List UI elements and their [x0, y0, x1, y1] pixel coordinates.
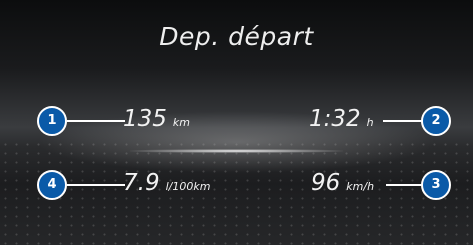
callout-3-badge: 3 [421, 170, 451, 200]
average-speed-unit: km/h [346, 180, 375, 193]
trip-computer-display: Dep. départ 1 135 km 1:32 h 2 4 7.9 l/100km… [0, 0, 473, 245]
callout-3-leader-line [386, 184, 423, 186]
callout-4-leader-line [67, 184, 125, 186]
callout-2-badge: 2 [421, 106, 451, 136]
average-speed-readout: 96 km/h [311, 170, 374, 196]
driving-time-unit: h [366, 116, 374, 129]
driving-time-readout: 1:32 h [309, 106, 374, 132]
callout-2-leader-line [383, 120, 423, 122]
page-title: Dep. départ [159, 22, 314, 51]
background-floor [0, 140, 473, 245]
average-speed-value: 96 [311, 170, 341, 196]
fuel-consumption-value: 7.9 [123, 170, 160, 196]
callout-4-badge: 4 [37, 170, 67, 200]
distance-value: 135 [123, 106, 167, 132]
fuel-consumption-readout: 7.9 l/100km [123, 170, 210, 196]
distance-readout: 135 km [123, 106, 190, 132]
callout-1-badge: 1 [37, 106, 67, 136]
horizon-glow [130, 149, 343, 153]
driving-time-value: 1:32 [309, 106, 361, 132]
callout-1-leader-line [67, 120, 125, 122]
distance-unit: km [172, 116, 190, 129]
fuel-consumption-unit: l/100km [165, 180, 211, 193]
